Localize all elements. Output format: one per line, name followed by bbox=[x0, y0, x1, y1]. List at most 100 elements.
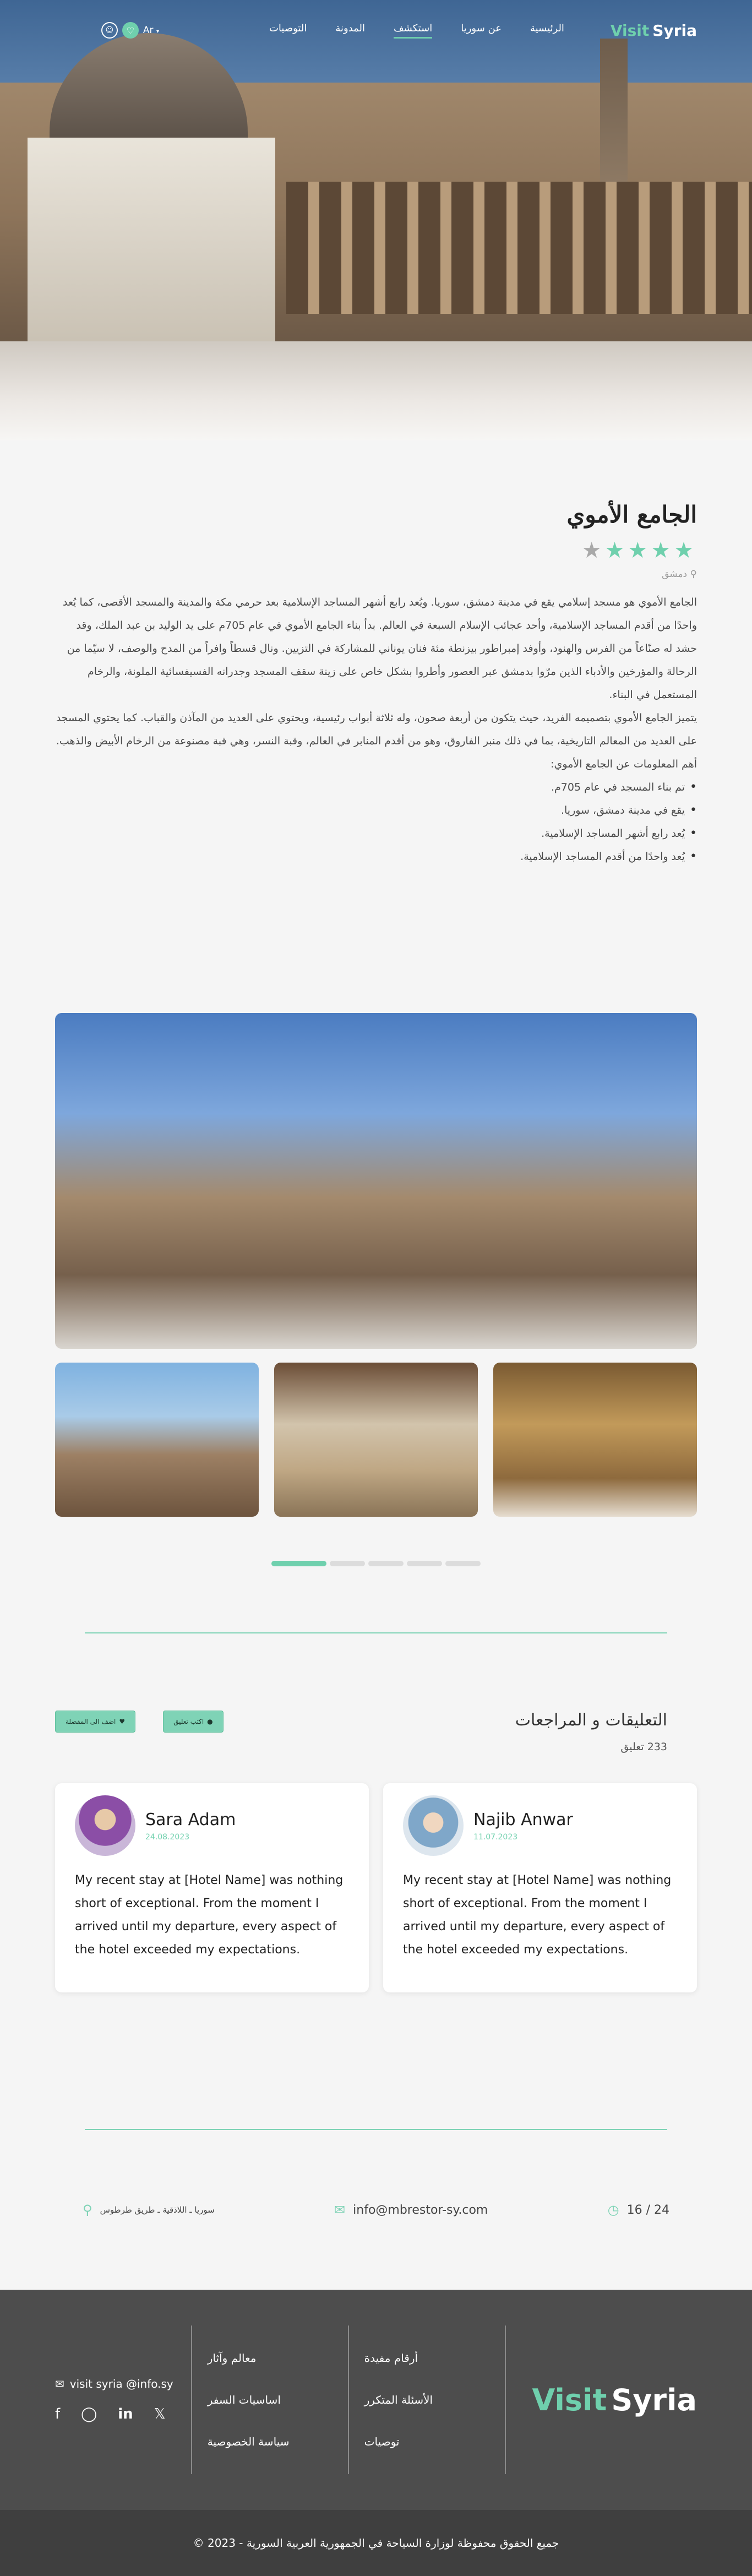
gallery-thumbnail[interactable] bbox=[55, 1363, 259, 1517]
nav-link-explore[interactable]: استكشف bbox=[394, 23, 433, 39]
nav-link-recommendations[interactable]: التوصيات bbox=[269, 23, 307, 39]
map-pin-icon: ⚲ bbox=[690, 569, 697, 580]
hero-pavilion bbox=[28, 138, 275, 347]
instagram-icon[interactable]: ◯ bbox=[81, 2406, 97, 2422]
footer-link[interactable]: الأسئلة المتكرر bbox=[364, 2393, 489, 2406]
contact-address: ⚲ سوريا ـ اللاذقية ـ طريق طرطوس bbox=[83, 2202, 215, 2218]
fact-item: يقع في مدينة دمشق، سوريا. bbox=[55, 799, 697, 822]
facebook-icon[interactable]: f bbox=[55, 2406, 60, 2422]
mail-icon: ✉ bbox=[55, 2377, 64, 2390]
contact-email[interactable]: ✉ info@mbrestor-sy.com bbox=[334, 2202, 488, 2218]
footer-link[interactable]: أرقام مفيدة bbox=[364, 2351, 489, 2365]
chat-bubble-icon: ● bbox=[207, 1718, 213, 1725]
site-logo[interactable]: Visit Syria bbox=[611, 21, 697, 40]
location-text: دمشق bbox=[662, 569, 688, 580]
nav-link-about[interactable]: عن سوريا bbox=[461, 23, 502, 39]
linkedin-icon[interactable]: in bbox=[118, 2406, 133, 2422]
review-text: My recent stay at [Hotel Name] was nothi… bbox=[75, 1874, 344, 1957]
description: الجامع الأموي هو مسجد إسلامي يقع في مدين… bbox=[55, 591, 697, 868]
nav-link-home[interactable]: الرئيسية bbox=[530, 23, 564, 39]
star-rating: ★★★★★ bbox=[55, 538, 697, 563]
star-empty-icon: ★ bbox=[581, 538, 605, 563]
language-selector[interactable]: Ar ▾ bbox=[143, 25, 159, 36]
nav-tools: ☺ ♡ Ar ▾ bbox=[101, 22, 159, 39]
add-favorite-label: اضف الى المفضلة bbox=[66, 1718, 116, 1725]
star-icon: ★ bbox=[674, 538, 697, 563]
star-icon: ★ bbox=[651, 538, 674, 563]
user-icon[interactable]: ☺ bbox=[101, 22, 118, 39]
footer-links-col1: معالم وآثار اساسيات السفر سياسة الخصوصية bbox=[208, 2351, 333, 2448]
gallery-thumbnails bbox=[55, 1363, 697, 1517]
copyright-text: جميع الحقوق محفوظة لوزارة السياحة في الج… bbox=[193, 2536, 559, 2550]
review-card: Najib Anwar 11.07.2023 My recent stay at… bbox=[383, 1783, 697, 1992]
contact-bar: ⚲ سوريا ـ اللاذقية ـ طريق طرطوس ✉ info@m… bbox=[0, 2130, 752, 2290]
footer-logo-visit: Visit bbox=[532, 2382, 607, 2417]
page-title: الجامع الأموي bbox=[566, 501, 697, 528]
footer-email-text: visit syria @info.sy bbox=[69, 2377, 173, 2390]
nav-link-blog[interactable]: المدونة bbox=[335, 23, 365, 39]
nav-links: الرئيسية عن سوريا استكشف المدونة التوصيا… bbox=[269, 23, 564, 39]
map-pin-icon: ⚲ bbox=[83, 2202, 92, 2218]
slider-dot[interactable] bbox=[407, 1561, 442, 1566]
reviewer-name: Najib Anwar bbox=[473, 1810, 573, 1829]
review-cards: Sara Adam 24.08.2023 My recent stay at [… bbox=[55, 1783, 697, 1992]
review-date: 24.08.2023 bbox=[145, 1832, 190, 1842]
contact-hours: ◷ 16 / 24 bbox=[608, 2202, 669, 2218]
avatar bbox=[403, 1795, 464, 1856]
description-paragraph: يتميز الجامع الأموي بتصميمه الفريد، حيث … bbox=[56, 712, 697, 747]
logo-visit: Visit bbox=[610, 21, 650, 40]
avatar bbox=[75, 1795, 135, 1856]
footer-divider bbox=[504, 2326, 506, 2474]
review-text: My recent stay at [Hotel Name] was nothi… bbox=[403, 1874, 672, 1957]
footer-link[interactable]: معالم وآثار bbox=[208, 2351, 333, 2365]
comments-title-block: التعليقات و المراجعات 233 تعليق bbox=[515, 1711, 667, 1753]
gallery-main-photo[interactable] bbox=[55, 1013, 697, 1349]
footer-email[interactable]: ✉ visit syria @info.sy bbox=[55, 2377, 176, 2390]
add-favorite-button[interactable]: ♥ اضف الى المفضلة bbox=[55, 1711, 136, 1733]
footer-link[interactable]: توصيات bbox=[364, 2435, 489, 2448]
comments-title: التعليقات و المراجعات bbox=[515, 1711, 667, 1730]
footer-divider bbox=[191, 2326, 192, 2474]
location: ⚲ دمشق bbox=[55, 569, 697, 580]
slider-dot[interactable] bbox=[330, 1561, 365, 1566]
logo-syria: Syria bbox=[652, 21, 697, 40]
facts-list: تم بناء المسجد في عام 705م. يقع في مدينة… bbox=[55, 776, 697, 868]
heart-icon: ♥ bbox=[119, 1718, 126, 1725]
clock-icon: ◷ bbox=[607, 2202, 619, 2218]
social-links: f ◯ in 𝕏 bbox=[55, 2406, 176, 2422]
description-paragraph: أهم المعلومات عن الجامع الأموي: bbox=[551, 758, 697, 770]
footer-divider bbox=[348, 2326, 349, 2474]
write-comment-label: اكتب تعليق bbox=[173, 1718, 204, 1725]
mail-icon: ✉ bbox=[334, 2202, 346, 2218]
comments-actions: ♥ اضف الى المفضلة ● اكتب تعليق bbox=[55, 1711, 224, 1733]
hero-arcade bbox=[286, 182, 752, 314]
landmark-details: الجامع الأموي ★★★★★ ⚲ دمشق الجامع الأموي… bbox=[0, 440, 752, 1013]
slider-dot[interactable] bbox=[368, 1561, 404, 1566]
photo-gallery bbox=[0, 1013, 752, 1566]
slider-dot[interactable] bbox=[445, 1561, 481, 1566]
write-comment-button[interactable]: ● اكتب تعليق bbox=[163, 1711, 224, 1733]
slider-dot-active[interactable] bbox=[271, 1561, 326, 1566]
fact-item: تم بناء المسجد في عام 705م. bbox=[55, 776, 697, 799]
comments-section: ♥ اضف الى المفضلة ● اكتب تعليق التعليقات… bbox=[0, 1633, 752, 2129]
hours-text: 16 / 24 bbox=[626, 2203, 669, 2217]
copyright-bar: جميع الحقوق محفوظة لوزارة السياحة في الج… bbox=[0, 2510, 752, 2576]
footer-logo-syria: Syria bbox=[611, 2382, 697, 2417]
footer-link[interactable]: سياسة الخصوصية bbox=[208, 2435, 333, 2448]
review-date: 11.07.2023 bbox=[473, 1832, 518, 1842]
footer-link[interactable]: اساسيات السفر bbox=[208, 2393, 333, 2406]
review-header: Najib Anwar 11.07.2023 bbox=[403, 1795, 677, 1856]
hero-floor bbox=[0, 341, 752, 440]
address-text: سوريا ـ اللاذقية ـ طريق طرطوس bbox=[100, 2205, 215, 2215]
chevron-down-icon: ▾ bbox=[156, 29, 159, 35]
heart-icon[interactable]: ♡ bbox=[122, 22, 139, 39]
x-icon[interactable]: 𝕏 bbox=[154, 2406, 166, 2422]
gallery-thumbnail[interactable] bbox=[274, 1363, 478, 1517]
gallery-thumbnail[interactable] bbox=[493, 1363, 697, 1517]
reviewer-name: Sara Adam bbox=[145, 1810, 236, 1829]
footer-logo[interactable]: Visit Syria bbox=[532, 2383, 697, 2417]
slider-dots bbox=[55, 1561, 697, 1566]
review-card: Sara Adam 24.08.2023 My recent stay at [… bbox=[55, 1783, 369, 1992]
description-paragraph: الجامع الأموي هو مسجد إسلامي يقع في مدين… bbox=[62, 596, 697, 701]
footer-links-col2: أرقام مفيدة الأسئلة المتكرر توصيات bbox=[364, 2351, 489, 2448]
